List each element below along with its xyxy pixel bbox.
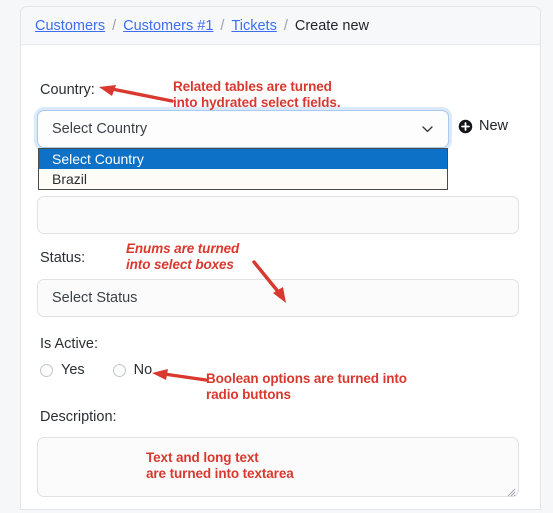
- country-option-list[interactable]: Select Country Brazil: [38, 148, 448, 190]
- breadcrumb: Customers / Customers #1 / Tickets / Cre…: [20, 6, 541, 44]
- annotation-related-tables: Related tables are turned into hydrated …: [173, 79, 341, 111]
- radio-circle-icon[interactable]: [40, 363, 53, 377]
- annotation-enums-line2: into select boxes: [126, 257, 234, 272]
- resize-handle-icon[interactable]: [506, 484, 516, 497]
- annotation-enums: Enums are turned into select boxes: [126, 241, 239, 273]
- plus-circle-icon: [458, 119, 473, 134]
- page-root: Customers / Customers #1 / Tickets / Cre…: [0, 0, 553, 513]
- annotation-boolean-line1: Boolean options are turned into: [206, 371, 407, 386]
- country-select-value: Select Country: [52, 121, 148, 137]
- breadcrumb-separator: /: [283, 17, 288, 34]
- is-active-yes-label: Yes: [61, 362, 85, 378]
- annotation-text-longtext-line2: are turned into textarea: [146, 466, 294, 481]
- country-label: Country:: [40, 82, 95, 98]
- annotation-boolean-line2: radio buttons: [206, 387, 291, 402]
- breadcrumb-separator: /: [112, 17, 117, 34]
- is-active-label: Is Active:: [40, 336, 99, 352]
- is-active-radio-group: Yes No: [40, 362, 180, 378]
- country-option-select-country[interactable]: Select Country: [39, 149, 447, 169]
- annotation-text-longtext-line1: Text and long text: [146, 450, 259, 465]
- annotation-text-longtext: Text and long text are turned into texta…: [146, 450, 294, 482]
- is-active-radio-no[interactable]: No: [112, 362, 153, 378]
- description-label: Description:: [40, 409, 117, 425]
- status-select-value: Select Status: [52, 290, 138, 306]
- radio-circle-icon[interactable]: [112, 363, 126, 377]
- is-active-radio-yes[interactable]: Yes: [40, 362, 85, 378]
- breadcrumb-item-customers[interactable]: Customers: [35, 18, 105, 34]
- secondary-input-field[interactable]: [37, 196, 519, 234]
- breadcrumb-item-create-new: Create new: [294, 17, 370, 34]
- add-new-country-button[interactable]: New: [458, 118, 508, 134]
- country-option-brazil[interactable]: Brazil: [39, 169, 447, 189]
- breadcrumb-separator: /: [220, 17, 225, 34]
- annotation-boolean: Boolean options are turned into radio bu…: [206, 371, 407, 403]
- breadcrumb-item-customers-1[interactable]: Customers #1: [123, 18, 213, 34]
- add-new-country-label: New: [479, 118, 509, 134]
- country-select[interactable]: Select Country: [37, 110, 449, 148]
- status-select[interactable]: Select Status: [37, 279, 519, 317]
- annotation-related-tables-line1: Related tables are turned: [173, 79, 332, 94]
- annotation-enums-line1: Enums are turned: [126, 241, 240, 256]
- is-active-no-label: No: [133, 362, 153, 378]
- annotation-related-tables-line2: into hydrated select fields.: [173, 95, 341, 110]
- breadcrumb-item-tickets[interactable]: Tickets: [231, 18, 276, 34]
- status-label: Status:: [40, 250, 86, 266]
- chevron-down-icon: [421, 123, 434, 136]
